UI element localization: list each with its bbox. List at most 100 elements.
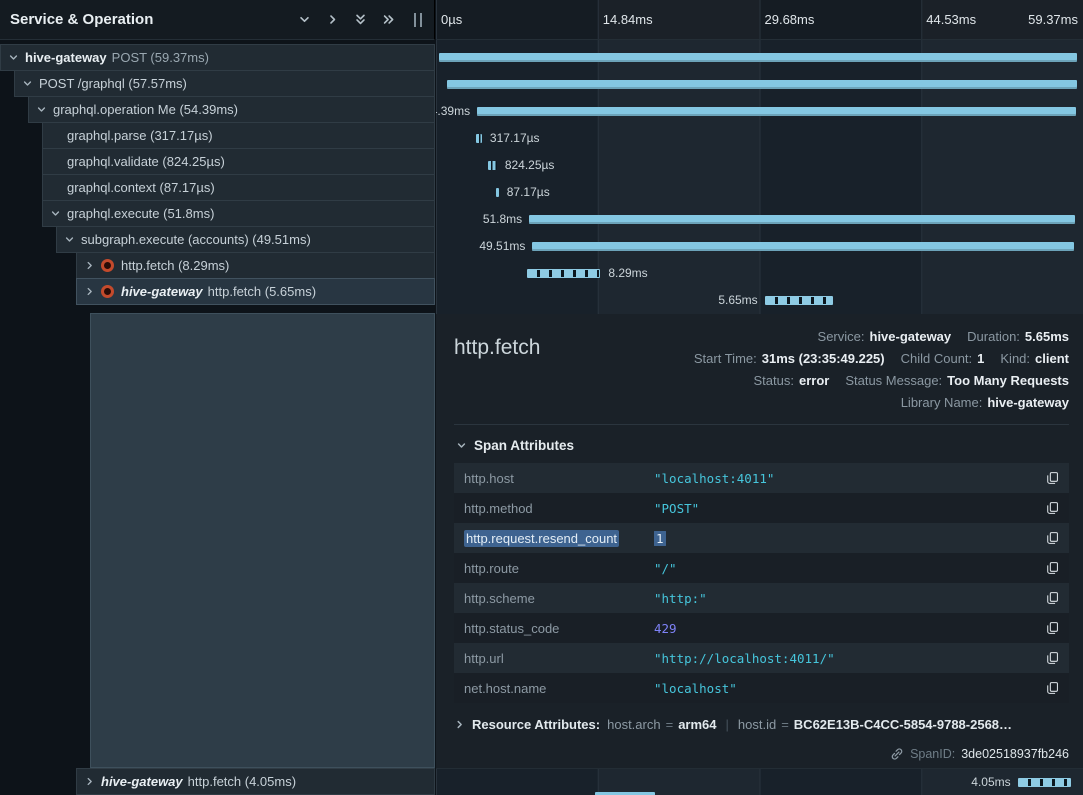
timeline-row[interactable]: 54.39ms	[436, 98, 1083, 125]
resource-attributes[interactable]: Resource Attributes: host.arch=arm64|hos…	[454, 717, 1069, 732]
span-bar[interactable]	[476, 134, 482, 143]
resize-handle-icon[interactable]	[414, 13, 422, 27]
copy-button[interactable]	[1046, 681, 1059, 695]
tree-row[interactable]: graphql.context (87.17µs)	[42, 174, 435, 201]
trace-viewer: Service & Operation 0µs14.84ms29.68ms44.…	[0, 0, 1083, 795]
double-chevron-right-icon[interactable]	[382, 13, 395, 26]
meta-value: 1	[977, 351, 984, 366]
meta-key: Status:	[754, 373, 794, 388]
copy-button[interactable]	[1046, 621, 1059, 635]
meta-pair: Library Name:hive-gateway	[901, 395, 1069, 410]
chevron-down-icon[interactable]	[22, 78, 39, 89]
meta-line: Start Time:31ms (23:35:49.225) Child Coun…	[694, 348, 1069, 370]
attribute-row[interactable]: http.host"localhost:4011"	[454, 463, 1069, 493]
chevron-down-icon[interactable]	[8, 52, 25, 63]
attribute-key: http.url	[464, 651, 654, 666]
span-label: POST (59.37ms)	[112, 50, 209, 65]
attribute-key: http.host	[464, 471, 654, 486]
duration-label: 824.25µs	[505, 152, 555, 179]
link-icon[interactable]	[890, 747, 904, 761]
chevron-down-icon[interactable]	[298, 13, 311, 26]
resource-equals: =	[666, 717, 674, 732]
attribute-row[interactable]: http.status_code429	[454, 613, 1069, 643]
resource-key: host.arch	[607, 717, 660, 732]
span-id-row: SpanID: 3de02518937fb246	[890, 747, 1069, 761]
span-bar[interactable]	[439, 53, 1077, 62]
chevron-down-icon[interactable]	[36, 104, 53, 115]
tree-row[interactable]: hive-gatewayhttp.fetch (5.65ms)	[76, 278, 435, 305]
copy-icon	[1046, 651, 1059, 665]
copy-button[interactable]	[1046, 651, 1059, 665]
timeline-row[interactable]: 87.17µs	[436, 179, 1083, 206]
meta-value: error	[799, 373, 829, 388]
attribute-value: 429	[654, 621, 1034, 636]
meta-line: Status:errorStatus Message:Too Many Requ…	[754, 370, 1070, 392]
chevron-right-icon[interactable]	[84, 286, 101, 297]
tree-row[interactable]: graphql.parse (317.17µs)	[42, 122, 435, 149]
chevron-right-icon[interactable]	[84, 776, 101, 787]
attribute-row[interactable]: net.host.name"localhost"	[454, 673, 1069, 703]
timeline-row[interactable]: 49.51ms	[436, 233, 1083, 260]
attribute-row[interactable]: http.url"http://localhost:4011/"	[454, 643, 1069, 673]
chevron-down-icon[interactable]	[64, 234, 81, 245]
attribute-value: "POST"	[654, 501, 1034, 516]
chevron-down-icon	[456, 440, 467, 451]
meta-pair: Child Count:1	[901, 351, 985, 366]
attribute-row[interactable]: http.route"/"	[454, 553, 1069, 583]
attributes-table: http.host"localhost:4011"http.method"POS…	[454, 463, 1069, 703]
panel-title: Service & Operation	[10, 11, 153, 28]
expanded-span-region	[90, 313, 435, 768]
span-bar[interactable]	[527, 269, 600, 278]
timeline-row[interactable]: 51.8ms	[436, 206, 1083, 233]
copy-icon	[1046, 531, 1059, 545]
span-detail-panel: http.fetch Service:hive-gatewayDuration:…	[436, 314, 1083, 768]
divider	[454, 424, 1069, 425]
meta-pair: Status: error	[754, 373, 830, 388]
tree-row[interactable]: graphql.operation Me (54.39ms)	[28, 96, 435, 123]
tree-row[interactable]: hive-gatewayhttp.fetch (4.05ms)	[76, 768, 435, 795]
chevron-right-icon	[454, 719, 465, 730]
span-bar[interactable]	[488, 161, 497, 170]
span-bar[interactable]	[765, 296, 833, 305]
span-bar[interactable]	[447, 80, 1077, 89]
timeline-row[interactable]: 5.65ms	[436, 287, 1083, 314]
meta-pair: Start Time:31ms (23:35:49.225)	[694, 351, 885, 366]
timeline-row[interactable]: 317.17µs	[436, 125, 1083, 152]
span-bar[interactable]	[496, 188, 499, 197]
attribute-row[interactable]: http.method"POST"	[454, 493, 1069, 523]
duration-label: 54.39ms	[436, 98, 470, 125]
meta-value: client	[1035, 351, 1069, 366]
timeline-row[interactable]	[436, 71, 1083, 98]
copy-button[interactable]	[1046, 561, 1059, 575]
span-label: graphql.validate (824.25µs)	[67, 154, 225, 169]
span-bar[interactable]	[477, 107, 1076, 116]
double-chevron-down-icon[interactable]	[354, 13, 367, 26]
tree-row[interactable]: POST /graphql (57.57ms)	[14, 70, 435, 97]
copy-button[interactable]	[1046, 471, 1059, 485]
tree-row[interactable]: subgraph.execute (accounts) (49.51ms)	[56, 226, 435, 253]
tree-row[interactable]: graphql.execute (51.8ms)	[42, 200, 435, 227]
header-icons	[298, 13, 424, 27]
tree-row[interactable]: graphql.validate (824.25µs)	[42, 148, 435, 175]
chevron-down-icon[interactable]	[50, 208, 67, 219]
chevron-right-icon[interactable]	[84, 260, 101, 271]
copy-button[interactable]	[1046, 531, 1059, 545]
timeline-row[interactable]: 4.05ms	[436, 769, 1083, 795]
timeline-row[interactable]: 824.25µs	[436, 152, 1083, 179]
tree-row[interactable]: hive-gatewayPOST (59.37ms)	[0, 44, 435, 71]
attribute-value: "http:"	[654, 591, 1034, 606]
span-attributes-header[interactable]: Span Attributes	[456, 438, 1069, 453]
resource-attributes-items: host.arch=arm64|host.id=BC62E13B-C4CC-58…	[607, 717, 1012, 732]
timeline-row[interactable]	[436, 44, 1083, 71]
span-bar[interactable]	[1018, 778, 1071, 787]
span-bar[interactable]	[532, 242, 1074, 251]
span-bar[interactable]	[529, 215, 1075, 224]
copy-button[interactable]	[1046, 591, 1059, 605]
attribute-row[interactable]: http.request.resend_count1	[454, 523, 1069, 553]
tree-row[interactable]: http.fetch (8.29ms)	[76, 252, 435, 279]
timeline-row[interactable]: 8.29ms	[436, 260, 1083, 287]
copy-icon	[1046, 621, 1059, 635]
copy-button[interactable]	[1046, 501, 1059, 515]
chevron-right-icon[interactable]	[326, 13, 339, 26]
attribute-row[interactable]: http.scheme"http:"	[454, 583, 1069, 613]
